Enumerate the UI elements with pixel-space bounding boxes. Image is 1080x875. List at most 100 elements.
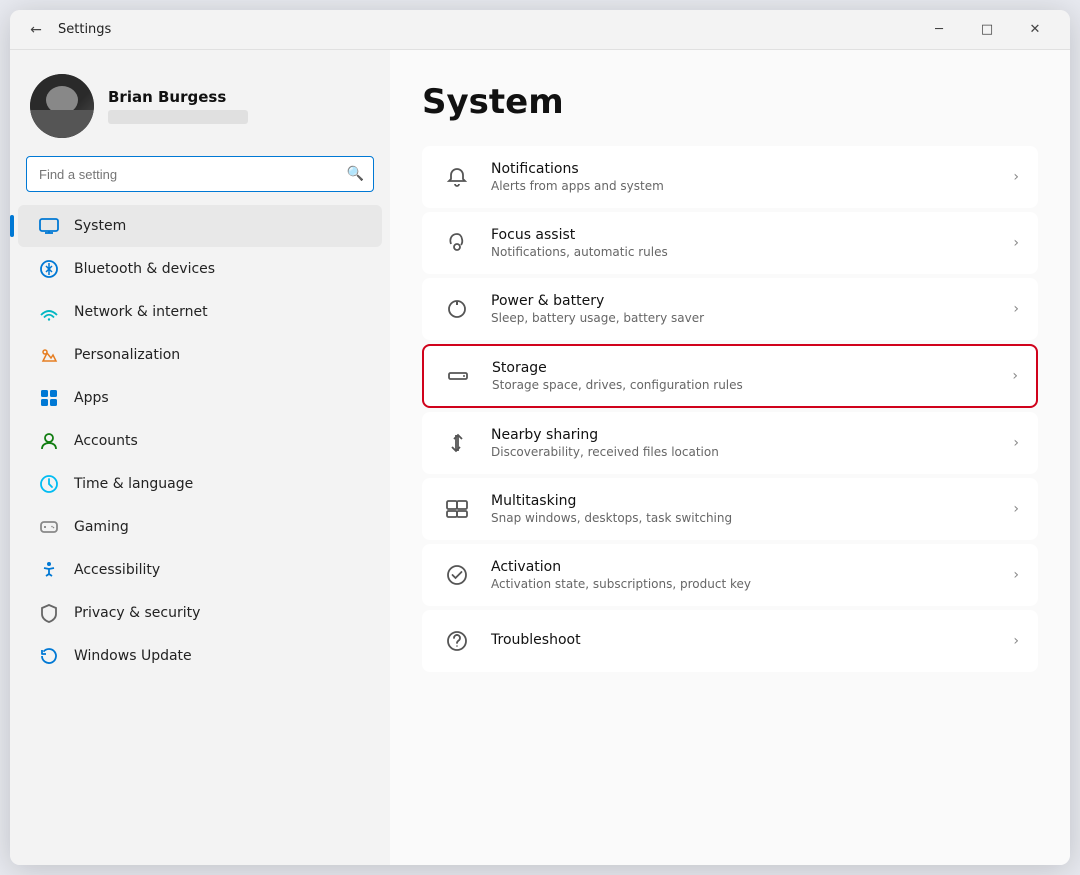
multitasking-icon	[441, 493, 473, 525]
storage-desc: Storage space, drives, configuration rul…	[492, 378, 994, 392]
activation-icon	[441, 559, 473, 591]
nearby-icon	[441, 427, 473, 459]
power-icon	[441, 293, 473, 325]
search-input[interactable]	[26, 156, 374, 192]
user-section: Brian Burgess	[10, 62, 390, 156]
sidebar-label-network: Network & internet	[74, 304, 208, 320]
system-icon	[38, 215, 60, 237]
sidebar-label-accounts: Accounts	[74, 433, 138, 449]
user-info: Brian Burgess	[108, 88, 248, 124]
settings-item-focus[interactable]: Focus assist Notifications, automatic ru…	[422, 212, 1038, 274]
troubleshoot-title: Troubleshoot	[491, 632, 995, 648]
nearby-text: Nearby sharing Discoverability, received…	[491, 427, 995, 459]
power-title: Power & battery	[491, 293, 995, 309]
settings-item-storage[interactable]: Storage Storage space, drives, configura…	[422, 344, 1038, 408]
focus-chevron: ›	[1013, 235, 1019, 251]
nearby-desc: Discoverability, received files location	[491, 445, 995, 459]
settings-window: ← Settings ─ □ ✕ Brian Burgess	[10, 10, 1070, 865]
notifications-desc: Alerts from apps and system	[491, 179, 995, 193]
settings-list: Notifications Alerts from apps and syste…	[422, 146, 1038, 672]
power-text: Power & battery Sleep, battery usage, ba…	[491, 293, 995, 325]
focus-icon	[441, 227, 473, 259]
main-content: Brian Burgess 🔍	[10, 50, 1070, 865]
apps-icon	[38, 387, 60, 409]
troubleshoot-chevron: ›	[1013, 633, 1019, 649]
sidebar-item-personalization[interactable]: Personalization	[18, 334, 382, 376]
storage-chevron: ›	[1012, 368, 1018, 384]
activation-chevron: ›	[1013, 567, 1019, 583]
notifications-chevron: ›	[1013, 169, 1019, 185]
multitasking-desc: Snap windows, desktops, task switching	[491, 511, 995, 525]
sidebar-item-apps[interactable]: Apps	[18, 377, 382, 419]
user-name: Brian Burgess	[108, 88, 248, 106]
settings-item-notifications[interactable]: Notifications Alerts from apps and syste…	[422, 146, 1038, 208]
personalization-icon	[38, 344, 60, 366]
window-title: Settings	[58, 22, 111, 37]
minimize-button[interactable]: ─	[916, 14, 962, 46]
close-button[interactable]: ✕	[1012, 14, 1058, 46]
sidebar: Brian Burgess 🔍	[10, 50, 390, 865]
notifications-text: Notifications Alerts from apps and syste…	[491, 161, 995, 193]
sidebar-item-windowsupdate[interactable]: Windows Update	[18, 635, 382, 677]
maximize-button[interactable]: □	[964, 14, 1010, 46]
storage-title: Storage	[492, 360, 994, 376]
sidebar-nav: System Bluetooth & devices	[10, 204, 390, 678]
settings-item-multitasking[interactable]: Multitasking Snap windows, desktops, tas…	[422, 478, 1038, 540]
activation-title: Activation	[491, 559, 995, 575]
sidebar-item-time[interactable]: Time & language	[18, 463, 382, 505]
notifications-title: Notifications	[491, 161, 995, 177]
sidebar-label-personalization: Personalization	[74, 347, 180, 363]
power-chevron: ›	[1013, 301, 1019, 317]
window-controls: ─ □ ✕	[916, 14, 1058, 46]
troubleshoot-text: Troubleshoot	[491, 632, 995, 650]
activation-text: Activation Activation state, subscriptio…	[491, 559, 995, 591]
focus-text: Focus assist Notifications, automatic ru…	[491, 227, 995, 259]
nearby-title: Nearby sharing	[491, 427, 995, 443]
sidebar-item-network[interactable]: Network & internet	[18, 291, 382, 333]
windowsupdate-icon	[38, 645, 60, 667]
back-button[interactable]: ←	[22, 16, 50, 44]
nearby-chevron: ›	[1013, 435, 1019, 451]
sidebar-label-gaming: Gaming	[74, 519, 129, 535]
gaming-icon	[38, 516, 60, 538]
accounts-icon	[38, 430, 60, 452]
accessibility-icon	[38, 559, 60, 581]
sidebar-label-time: Time & language	[74, 476, 193, 492]
sidebar-label-bluetooth: Bluetooth & devices	[74, 261, 215, 277]
sidebar-item-bluetooth[interactable]: Bluetooth & devices	[18, 248, 382, 290]
time-icon	[38, 473, 60, 495]
titlebar: ← Settings ─ □ ✕	[10, 10, 1070, 50]
user-email	[108, 110, 248, 124]
bluetooth-icon	[38, 258, 60, 280]
activation-desc: Activation state, subscriptions, product…	[491, 577, 995, 591]
sidebar-item-privacy[interactable]: Privacy & security	[18, 592, 382, 634]
multitasking-chevron: ›	[1013, 501, 1019, 517]
sidebar-item-accessibility[interactable]: Accessibility	[18, 549, 382, 591]
settings-item-activation[interactable]: Activation Activation state, subscriptio…	[422, 544, 1038, 606]
power-desc: Sleep, battery usage, battery saver	[491, 311, 995, 325]
sidebar-item-accounts[interactable]: Accounts	[18, 420, 382, 462]
sidebar-item-system[interactable]: System	[18, 205, 382, 247]
sidebar-label-apps: Apps	[74, 390, 109, 406]
storage-icon	[442, 360, 474, 392]
sidebar-label-system: System	[74, 218, 126, 234]
storage-text: Storage Storage space, drives, configura…	[492, 360, 994, 392]
network-icon	[38, 301, 60, 323]
multitasking-title: Multitasking	[491, 493, 995, 509]
sidebar-item-gaming[interactable]: Gaming	[18, 506, 382, 548]
sidebar-label-windowsupdate: Windows Update	[74, 648, 192, 664]
avatar	[30, 74, 94, 138]
settings-item-nearby[interactable]: Nearby sharing Discoverability, received…	[422, 412, 1038, 474]
settings-item-troubleshoot[interactable]: Troubleshoot ›	[422, 610, 1038, 672]
troubleshoot-icon	[441, 625, 473, 657]
sidebar-label-accessibility: Accessibility	[74, 562, 160, 578]
multitasking-text: Multitasking Snap windows, desktops, tas…	[491, 493, 995, 525]
focus-title: Focus assist	[491, 227, 995, 243]
notifications-icon	[441, 161, 473, 193]
privacy-icon	[38, 602, 60, 624]
focus-desc: Notifications, automatic rules	[491, 245, 995, 259]
main-panel: System Notifications Alerts from apps an…	[390, 50, 1070, 865]
sidebar-label-privacy: Privacy & security	[74, 605, 200, 621]
settings-item-power[interactable]: Power & battery Sleep, battery usage, ba…	[422, 278, 1038, 340]
avatar-image	[30, 74, 94, 138]
